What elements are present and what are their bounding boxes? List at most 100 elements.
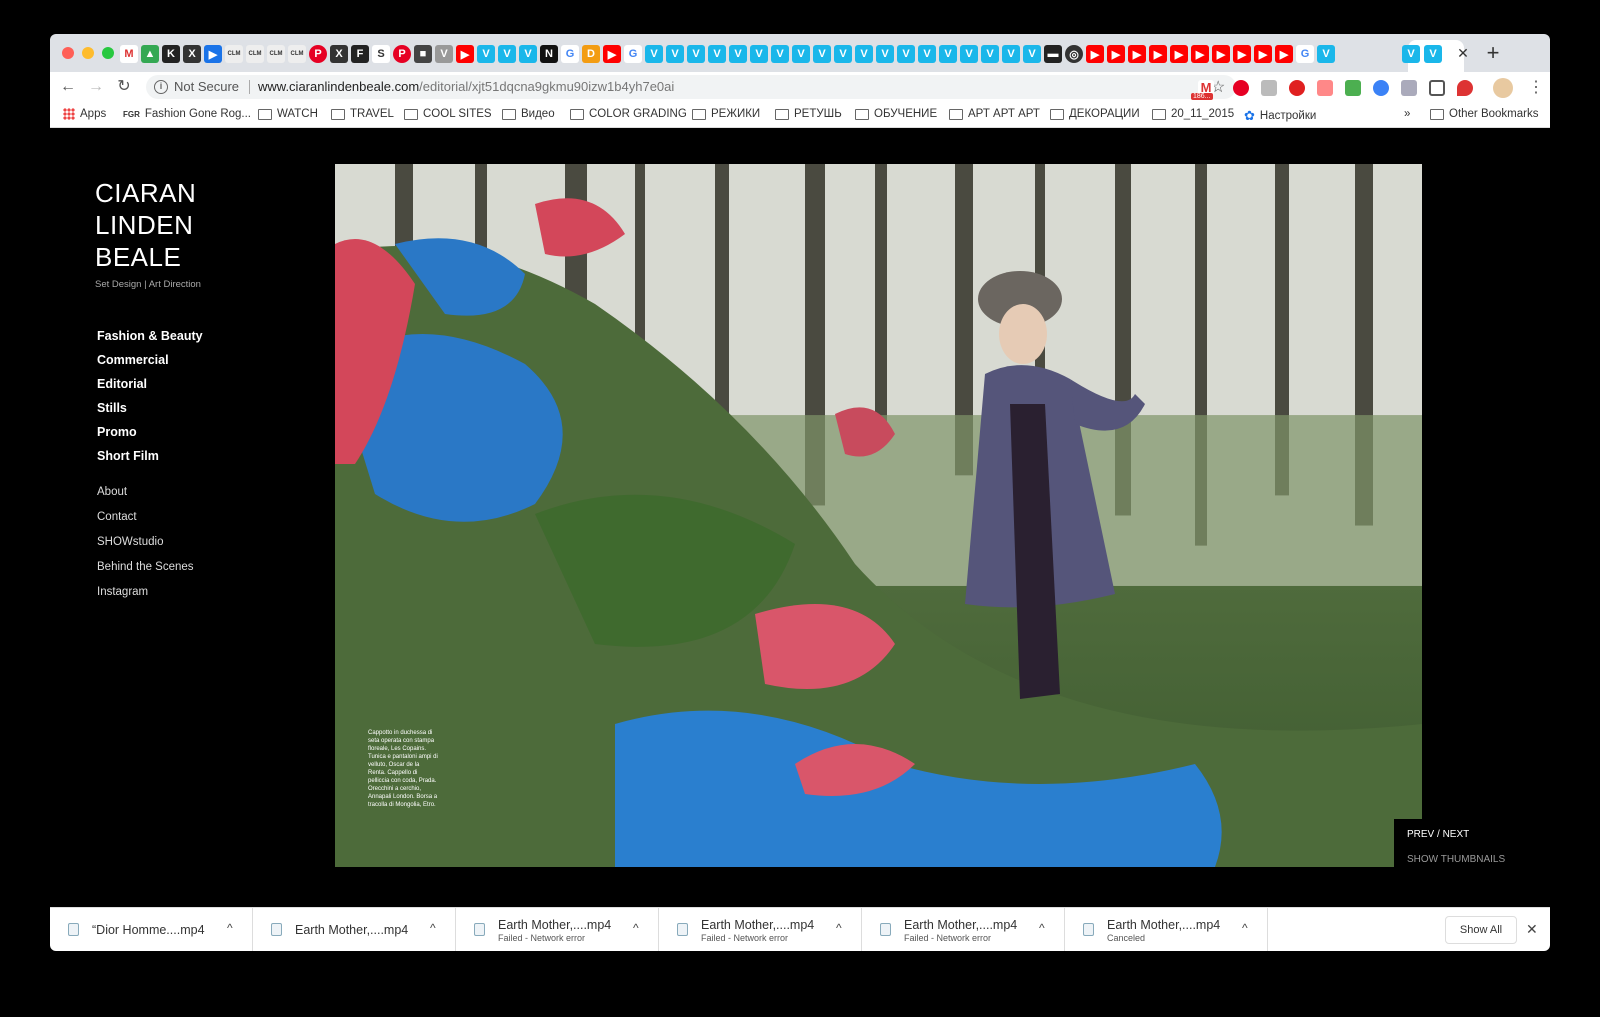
vimeo-tab-icon[interactable]: V bbox=[939, 45, 957, 63]
download-item[interactable]: Earth Mother,....mp4 Failed - Network er… bbox=[456, 908, 659, 951]
location-pin-icon[interactable] bbox=[1457, 80, 1473, 96]
youtube-tab-icon[interactable]: ▶ bbox=[1275, 45, 1293, 63]
vimeo-tab-icon[interactable]: V bbox=[498, 45, 516, 63]
tab-icon[interactable]: F bbox=[351, 45, 369, 63]
youtube-tab-icon[interactable]: ▶ bbox=[1233, 45, 1251, 63]
vimeo-tab-icon[interactable]: V bbox=[792, 45, 810, 63]
vimeo-tab-icon[interactable]: V bbox=[1023, 45, 1041, 63]
show-all-downloads-button[interactable]: Show All bbox=[1445, 916, 1517, 944]
chevron-up-icon[interactable]: ^ bbox=[1242, 921, 1248, 935]
vimeo-tab-icon[interactable]: V bbox=[918, 45, 936, 63]
vimeo-tab-icon[interactable]: V bbox=[708, 45, 726, 63]
youtube-tab-icon[interactable]: ▶ bbox=[1107, 45, 1125, 63]
bookmark-folder[interactable]: РЕЖИКИ bbox=[692, 108, 760, 120]
drive-tab-icon[interactable]: ▲ bbox=[141, 45, 159, 63]
youtube-tab-icon[interactable]: ▶ bbox=[1086, 45, 1104, 63]
vimeo-tab-icon[interactable]: V bbox=[519, 45, 537, 63]
download-item[interactable]: Earth Mother,....mp4 ^ bbox=[253, 908, 456, 951]
address-bar[interactable]: i Not Secure www.ciaranlindenbeale.com/e… bbox=[146, 75, 1236, 99]
close-tab-icon[interactable]: ✕ bbox=[1454, 44, 1472, 62]
tab-icon[interactable]: K bbox=[162, 45, 180, 63]
gmail-tab-icon[interactable]: M bbox=[120, 45, 138, 63]
avatar[interactable] bbox=[1493, 78, 1513, 98]
google-tab-icon[interactable]: G bbox=[624, 45, 642, 63]
bookmark-folder[interactable]: TRAVEL bbox=[331, 108, 394, 120]
editorial-photo[interactable]: Cappotto in duchessa di seta operata con… bbox=[335, 164, 1422, 867]
site-logo[interactable]: CIARAN LINDEN BEALE bbox=[95, 177, 196, 273]
bookmark-folder[interactable]: ОБУЧЕНИЕ bbox=[855, 108, 937, 120]
bookmark-folder[interactable]: WATCH bbox=[258, 108, 318, 120]
bookmarks-overflow-button[interactable]: » bbox=[1404, 108, 1410, 120]
close-icon[interactable]: ✕ bbox=[1526, 921, 1538, 938]
other-bookmarks[interactable]: Other Bookmarks bbox=[1430, 108, 1538, 120]
nav-item-showstudio[interactable]: SHOWstudio bbox=[97, 530, 194, 555]
minimize-window-button[interactable] bbox=[82, 47, 94, 59]
nav-item-stills[interactable]: Stills bbox=[97, 396, 203, 420]
nav-item-promo[interactable]: Promo bbox=[97, 420, 203, 444]
nav-item-about[interactable]: About bbox=[97, 480, 194, 505]
pinterest-tab-icon[interactable]: P bbox=[393, 45, 411, 63]
tab-icon[interactable]: ◎ bbox=[1065, 45, 1083, 63]
vimeo-tab-icon[interactable]: V bbox=[1002, 45, 1020, 63]
vimeo-tab-icon[interactable]: V bbox=[729, 45, 747, 63]
vimeo-tab-icon[interactable]: V bbox=[477, 45, 495, 63]
tab-icon[interactable]: V bbox=[435, 45, 453, 63]
tab-icon[interactable]: D bbox=[582, 45, 600, 63]
nav-item-behind-the-scenes[interactable]: Behind the Scenes bbox=[97, 555, 194, 580]
vimeo-tab-icon[interactable]: V bbox=[1317, 45, 1335, 63]
security-label[interactable]: Not Secure bbox=[174, 79, 239, 94]
nav-item-contact[interactable]: Contact bbox=[97, 505, 194, 530]
download-item[interactable]: Earth Mother,....mp4 Failed - Network er… bbox=[862, 908, 1065, 951]
youtube-tab-icon[interactable]: ▶ bbox=[1212, 45, 1230, 63]
close-window-button[interactable] bbox=[62, 47, 74, 59]
tab-icon[interactable]: CLM bbox=[267, 45, 285, 63]
youtube-tab-icon[interactable]: ▶ bbox=[1254, 45, 1272, 63]
download-item[interactable]: Earth Mother,....mp4 Failed - Network er… bbox=[659, 908, 862, 951]
vimeo-tab-icon[interactable]: V bbox=[897, 45, 915, 63]
tab-icon[interactable]: N bbox=[540, 45, 558, 63]
youtube-tab-icon[interactable]: ▶ bbox=[456, 45, 474, 63]
youtube-tab-icon[interactable]: ▶ bbox=[1128, 45, 1146, 63]
tab-icon[interactable]: CLM bbox=[225, 45, 243, 63]
bookmark-folder[interactable]: РЕТУШЬ bbox=[775, 108, 842, 120]
show-thumbnails-link[interactable]: SHOW THUMBNAILS bbox=[1407, 854, 1505, 865]
prev-next-link[interactable]: PREV / NEXT bbox=[1407, 829, 1469, 840]
youtube-tab-icon[interactable]: ▶ bbox=[1170, 45, 1188, 63]
tab-icon[interactable]: ■ bbox=[414, 45, 432, 63]
tab-icon[interactable]: CLM bbox=[246, 45, 264, 63]
tab-icon[interactable]: S bbox=[372, 45, 390, 63]
info-icon[interactable]: i bbox=[154, 80, 168, 94]
chevron-up-icon[interactable]: ^ bbox=[227, 921, 233, 935]
download-item[interactable]: Earth Mother,....mp4 Canceled ^ bbox=[1065, 908, 1268, 951]
chevron-up-icon[interactable]: ^ bbox=[430, 921, 436, 935]
vimeo-tab-icon[interactable]: V bbox=[834, 45, 852, 63]
bookmark-folder[interactable]: COOL SITES bbox=[404, 108, 492, 120]
youtube-tab-icon[interactable]: ▶ bbox=[1149, 45, 1167, 63]
nav-item-commercial[interactable]: Commercial bbox=[97, 348, 203, 372]
google-tab-icon[interactable]: G bbox=[561, 45, 579, 63]
vimeo-tab-icon[interactable]: V bbox=[645, 45, 663, 63]
vimeo-tab-icon[interactable]: V bbox=[855, 45, 873, 63]
extension-icon[interactable] bbox=[1345, 80, 1361, 96]
shield-icon[interactable] bbox=[1401, 80, 1417, 96]
extension-icon[interactable] bbox=[1317, 80, 1333, 96]
nav-item-short-film[interactable]: Short Film bbox=[97, 444, 203, 468]
bookmark-folder[interactable]: Видео bbox=[502, 108, 555, 120]
tab-icon[interactable]: ▬ bbox=[1044, 45, 1062, 63]
bookmark-folder[interactable]: ДЕКОРАЦИИ bbox=[1050, 108, 1140, 120]
chevron-up-icon[interactable]: ^ bbox=[633, 921, 639, 935]
bookmark-fashion-gone-rogue[interactable]: FGR Fashion Gone Rog... bbox=[123, 108, 251, 120]
nav-item-fashion-beauty[interactable]: Fashion & Beauty bbox=[97, 324, 203, 348]
nav-item-editorial[interactable]: Editorial bbox=[97, 372, 203, 396]
bookmark-folder[interactable]: 20_11_2015 bbox=[1152, 108, 1234, 120]
reload-icon[interactable]: ↻ bbox=[114, 77, 134, 97]
more-menu-icon[interactable]: ⋮ bbox=[1528, 77, 1544, 97]
vimeo-tab-icon[interactable]: V bbox=[771, 45, 789, 63]
url-text[interactable]: www.ciaranlindenbeale.com/editorial/xjt5… bbox=[258, 79, 674, 94]
zoom-window-button[interactable] bbox=[102, 47, 114, 59]
tab-icon[interactable]: X bbox=[183, 45, 201, 63]
new-tab-button[interactable]: + bbox=[1482, 42, 1504, 64]
pinterest-extension-icon[interactable] bbox=[1233, 80, 1249, 96]
vimeo-tab-icon[interactable]: V bbox=[876, 45, 894, 63]
pinterest-tab-icon[interactable]: P bbox=[309, 45, 327, 63]
